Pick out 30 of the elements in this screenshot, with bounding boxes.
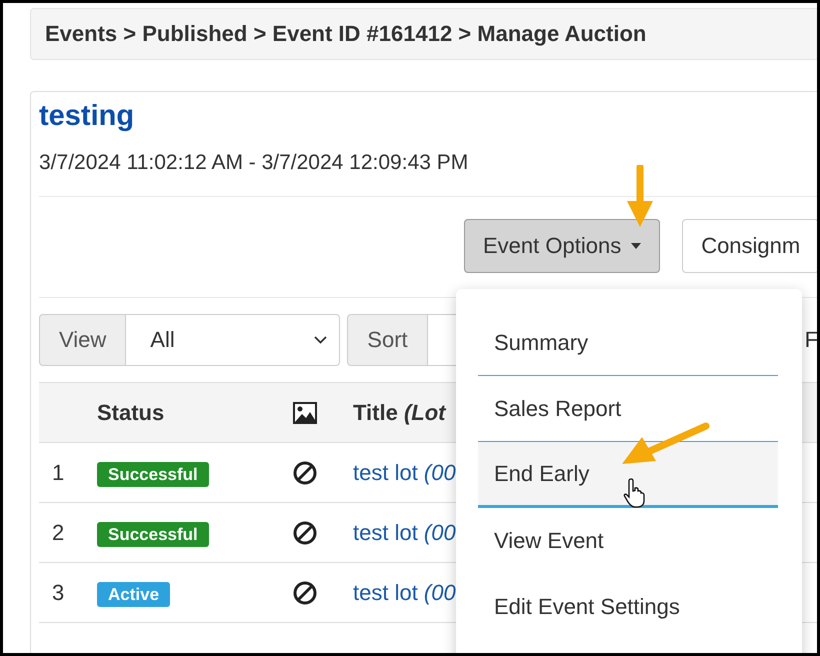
menu-item[interactable]: Edit Event Settings: [478, 574, 778, 640]
column-header: Title (Lot: [353, 400, 446, 426]
lot-title-link[interactable]: test lot (00: [353, 460, 456, 486]
pointer-arrow: [625, 165, 655, 229]
no-image-icon: [293, 580, 317, 604]
column-header: Status: [97, 400, 166, 426]
row-number: 2: [51, 520, 66, 546]
breadcrumb: Events > Published > Event ID #161412 > Manage Auction: [45, 21, 646, 47]
view-label: View: [39, 314, 126, 366]
view-select[interactable]: All: [126, 314, 340, 366]
row-number: 1: [51, 460, 66, 486]
menu-item[interactable]: View Event: [478, 508, 778, 574]
row-number: 3: [51, 580, 66, 606]
status-badge: Successful: [97, 522, 209, 546]
status-badge: Successful: [97, 462, 209, 486]
lot-title-link[interactable]: test lot (00: [353, 520, 456, 546]
sort-label: Sort: [347, 314, 428, 366]
no-image-icon: [293, 460, 317, 484]
option-button[interactable]: Consignm: [682, 219, 817, 273]
lot-title-link[interactable]: test lot (00: [353, 580, 456, 606]
status-badge: Active: [97, 582, 170, 606]
event-title[interactable]: testing: [39, 98, 817, 134]
chevron-down-icon: [314, 336, 328, 344]
option-button[interactable]: Event Options: [464, 219, 660, 273]
event-dates: 3/7/2024 11:02:12 AM - 3/7/2024 12:09:43 PM: [39, 150, 470, 176]
menu-item[interactable]: End Early: [478, 442, 778, 508]
menu-item[interactable]: Summary: [478, 310, 778, 376]
no-image-icon: [293, 520, 317, 544]
filter-label: F: [804, 327, 817, 353]
image-icon: [293, 402, 317, 424]
